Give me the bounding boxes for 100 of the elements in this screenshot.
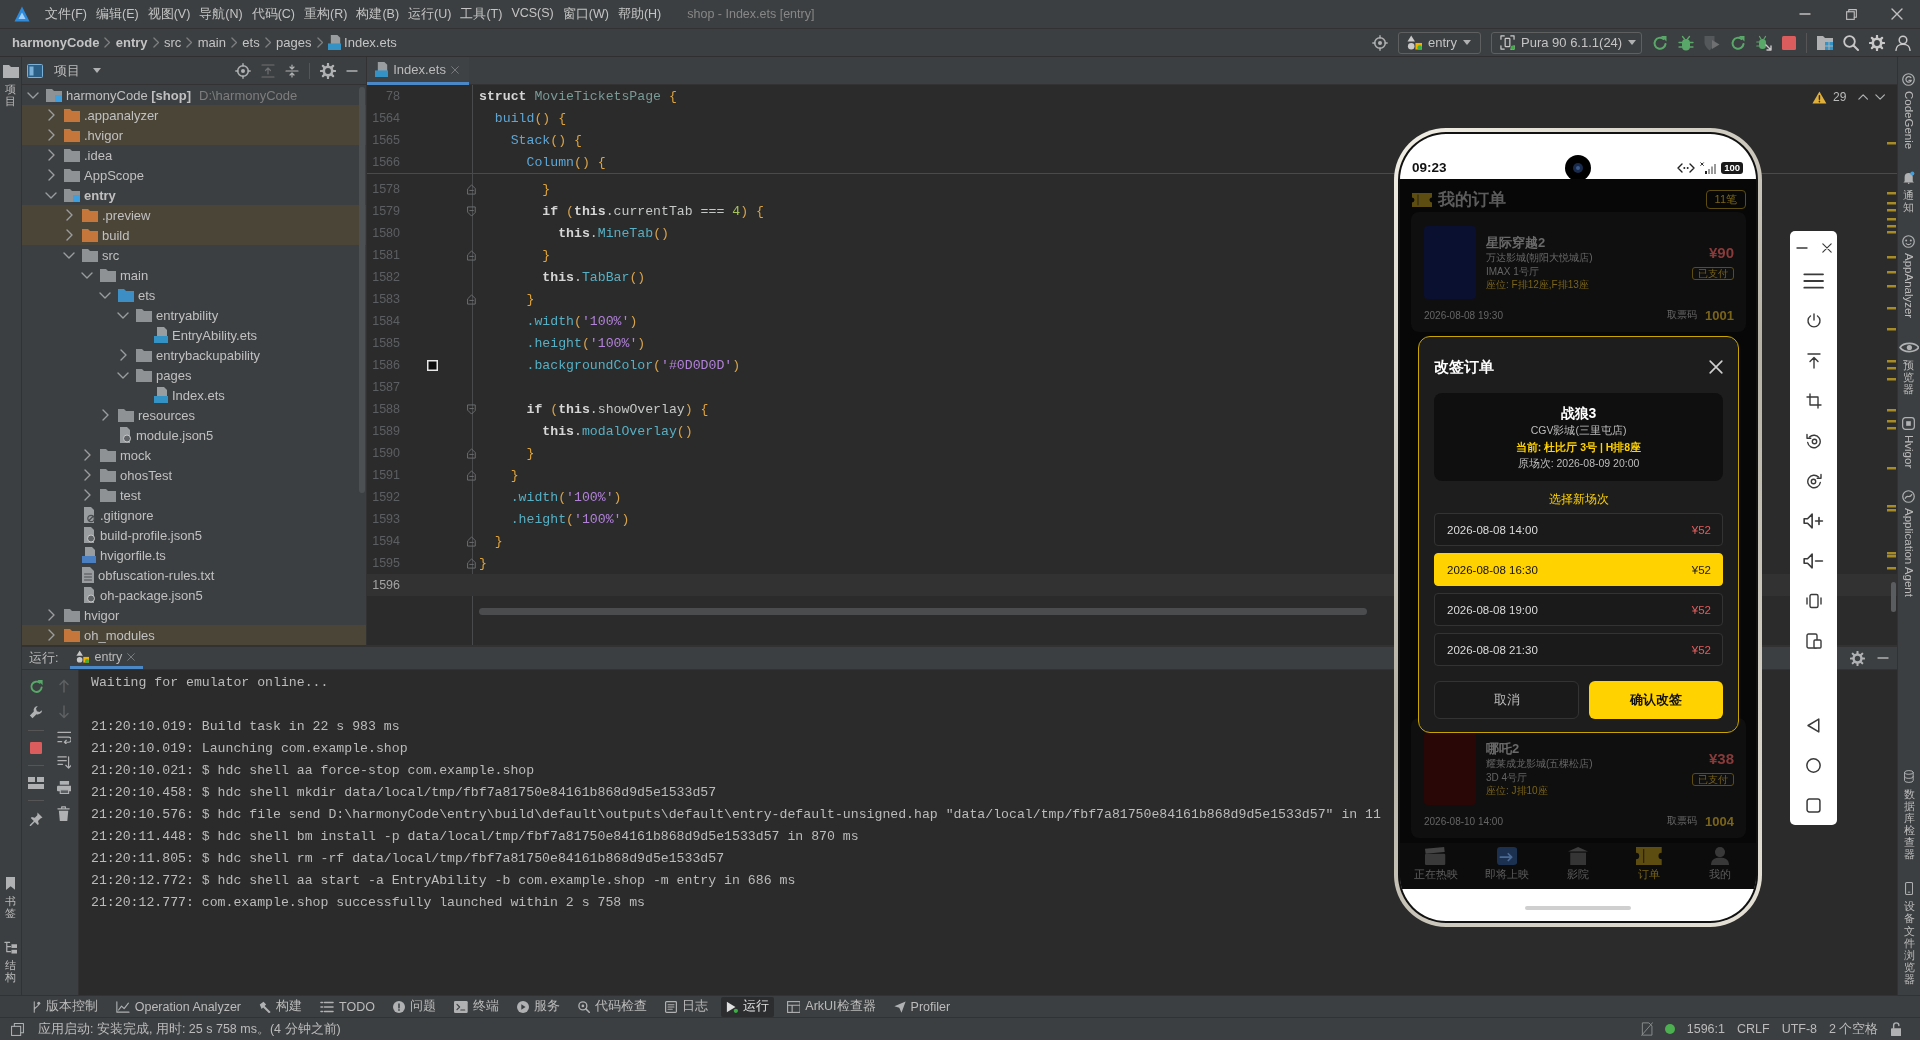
warning-marker[interactable]: [1887, 427, 1896, 430]
tab[interactable]: 正在热映: [1400, 843, 1472, 889]
circular-arrow-icon[interactable]: [1730, 34, 1746, 51]
tree-item[interactable]: test: [100, 487, 141, 503]
squares-icon[interactable]: [11, 1022, 24, 1036]
fold-marker-icon[interactable]: [467, 403, 477, 415]
power-icon[interactable]: [1805, 313, 1822, 329]
tool-window-button[interactable]: 服务: [511, 996, 565, 1017]
chevron-right-icon[interactable]: [47, 609, 55, 621]
settings-icon[interactable]: [1850, 650, 1865, 666]
fold-marker-icon[interactable]: [467, 557, 477, 569]
fold-marker-icon[interactable]: [467, 249, 477, 261]
logo-icon[interactable]: [14, 6, 30, 22]
tree-item[interactable]: oh-package.json5: [82, 587, 203, 603]
search-icon[interactable]: [1843, 34, 1859, 51]
tree-item[interactable]: .appanalyzer: [64, 107, 159, 123]
target-icon[interactable]: [1372, 34, 1388, 51]
confirm-button[interactable]: 确认改签: [1589, 681, 1723, 719]
warning-marker[interactable]: [1887, 409, 1896, 412]
tree-item[interactable]: entry: [64, 187, 116, 203]
fold-marker-icon[interactable]: [467, 535, 477, 547]
devices-icon[interactable]: [1805, 633, 1822, 649]
recent-apps-icon[interactable]: [1806, 797, 1821, 813]
breadcrumb-item[interactable]: ets: [242, 35, 260, 50]
warning-marker[interactable]: [1887, 509, 1896, 512]
scrollbar[interactable]: [359, 87, 365, 493]
tree-item[interactable]: src: [82, 247, 120, 263]
chevron-right-icon[interactable]: [47, 169, 55, 181]
session-option[interactable]: 2026-08-08 14:00 ¥52: [1434, 513, 1723, 546]
tree-item[interactable]: build: [82, 227, 130, 243]
chevron-down-icon[interactable]: [117, 311, 129, 319]
tree-item[interactable]: ets: [118, 287, 156, 303]
chevron-right-icon[interactable]: [47, 629, 55, 641]
session-option[interactable]: 2026-08-08 16:30 ¥52: [1434, 553, 1723, 586]
print-icon[interactable]: [56, 781, 72, 794]
rotate-right-icon[interactable]: [1805, 473, 1822, 489]
breadcrumb-item[interactable]: src: [164, 35, 182, 50]
tree-item[interactable]: module.json5: [118, 427, 214, 443]
warning-marker[interactable]: [1887, 567, 1896, 570]
menu-icon[interactable]: [1802, 273, 1825, 289]
minimize-icon[interactable]: [1795, 247, 1808, 249]
chevron-up-icon[interactable]: [1858, 94, 1869, 100]
close-icon[interactable]: [1821, 243, 1832, 253]
tool-window-button[interactable]: 数据库检查器: [1903, 767, 1915, 863]
scrollbar[interactable]: [479, 608, 1367, 615]
tool-window-button[interactable]: ArkUI检查器: [781, 996, 881, 1017]
tool-window-button[interactable]: Operation Analyzer: [111, 996, 246, 1017]
chevron-down-icon[interactable]: [117, 371, 129, 379]
rerun-icon[interactable]: [28, 679, 44, 694]
session-option[interactable]: 2026-08-08 19:00 ¥52: [1434, 593, 1723, 626]
warning-marker[interactable]: [1887, 467, 1896, 470]
warning-marker[interactable]: [1887, 378, 1896, 381]
menu-item[interactable]: 构建(B): [356, 5, 400, 23]
tree-item[interactable]: harmonyCode [shop]: [46, 87, 191, 103]
tree-item[interactable]: entrybackupability: [136, 347, 261, 363]
menu-item[interactable]: 文件(F): [45, 5, 87, 23]
warning-count[interactable]: 29: [1833, 90, 1847, 104]
menu-item[interactable]: 视图(V): [147, 5, 191, 23]
trash-icon[interactable]: [57, 806, 71, 821]
menu-item[interactable]: VCS(S): [511, 5, 554, 23]
breadcrumb-item[interactable]: harmonyCode: [12, 35, 100, 50]
session-option[interactable]: 2026-08-08 21:30 ¥52: [1434, 633, 1723, 666]
tree-item[interactable]: mock: [100, 447, 152, 463]
tree-item[interactable]: .preview: [82, 207, 151, 223]
warning-marker[interactable]: [1887, 505, 1896, 508]
slashed-page-icon[interactable]: [1640, 1022, 1653, 1036]
warning-marker[interactable]: [1887, 256, 1896, 259]
tool-window-button[interactable]: 运行: [720, 996, 774, 1017]
menu-item[interactable]: 工具(T): [460, 5, 503, 23]
tool-window-button[interactable]: Profiler: [888, 996, 956, 1017]
warning-marker[interactable]: [1887, 307, 1896, 310]
menu-item[interactable]: 重构(R): [304, 5, 348, 23]
warning-marker[interactable]: [1887, 328, 1896, 331]
close-icon[interactable]: [1891, 8, 1903, 20]
warning-marker[interactable]: [1887, 555, 1896, 558]
tool-window-button[interactable]: AppAnalyzer: [1902, 233, 1916, 321]
warning-marker[interactable]: [1887, 202, 1896, 205]
chevron-down-icon[interactable]: [27, 91, 39, 99]
indent-setting[interactable]: 2 个空格: [1829, 1020, 1879, 1038]
stop-icon[interactable]: [1782, 35, 1796, 50]
tool-window-button[interactable]: Hvigor: [1902, 414, 1916, 471]
warning-marker[interactable]: [1887, 225, 1896, 228]
chevron-down-icon[interactable]: [1874, 94, 1885, 100]
chevron-down-icon[interactable]: [99, 291, 111, 299]
warning-marker[interactable]: [1887, 142, 1896, 145]
chevron-right-icon[interactable]: [65, 229, 73, 241]
volume-down-icon[interactable]: [1803, 553, 1824, 569]
chevron-right-icon[interactable]: [83, 489, 91, 501]
tool-window-button[interactable]: 通知: [1903, 169, 1915, 216]
status-dot-icon[interactable]: [1664, 1024, 1675, 1034]
chevron-down-icon[interactable]: [81, 271, 93, 279]
menu-item[interactable]: 帮助(H): [617, 5, 662, 23]
cursor-position[interactable]: 1596:1: [1686, 1022, 1725, 1036]
tool-window-button[interactable]: 版本控制: [27, 996, 103, 1017]
fold-marker-icon[interactable]: [467, 293, 477, 305]
scroll-to-end-icon[interactable]: [56, 756, 72, 769]
fold-marker-icon[interactable]: [467, 183, 477, 195]
chevron-right-icon[interactable]: [47, 129, 55, 141]
target-icon[interactable]: [235, 62, 251, 79]
menu-item[interactable]: 代码(C): [251, 5, 296, 23]
